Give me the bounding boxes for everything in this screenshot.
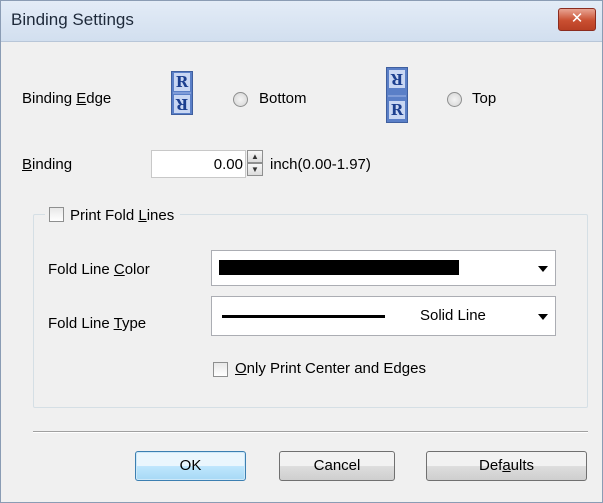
- print-fold-lines-checkbox[interactable]: [49, 207, 64, 222]
- bottom-label[interactable]: Bottom: [259, 90, 307, 107]
- fold-line-type-label: Fold Line Type: [48, 315, 147, 332]
- chevron-down-icon: [538, 314, 548, 320]
- spin-up-icon[interactable]: ▲: [247, 150, 263, 163]
- cancel-button[interactable]: Cancel: [279, 451, 395, 481]
- binding-range-label: inch(0.00-1.97): [270, 156, 371, 173]
- defaults-button[interactable]: Defaults: [426, 451, 587, 481]
- fold-line-type-value: Solid Line: [420, 307, 486, 324]
- window-title: Binding Settings: [11, 10, 134, 29]
- print-fold-lines-label[interactable]: Print Fold Lines: [70, 207, 174, 224]
- separator: [33, 431, 588, 433]
- bottom-radio[interactable]: [233, 92, 248, 107]
- close-icon: ✕: [570, 10, 584, 27]
- ok-button[interactable]: OK: [135, 451, 246, 481]
- binding-settings-dialog: Binding Settings ✕ Binding Edge R R Bott…: [0, 0, 603, 503]
- only-center-edges-checkbox[interactable]: [213, 362, 228, 377]
- close-button[interactable]: ✕: [558, 8, 596, 31]
- chevron-down-icon: [538, 266, 548, 272]
- title-bar[interactable]: Binding Settings ✕: [1, 1, 602, 42]
- fold-line-type-dropdown[interactable]: Solid Line: [211, 296, 556, 336]
- binding-edge-label: Binding Edge: [22, 90, 112, 107]
- line-sample: [222, 315, 385, 318]
- spin-down-icon[interactable]: ▼: [247, 163, 263, 176]
- top-label[interactable]: Top: [472, 90, 496, 107]
- binding-value-input[interactable]: 0.00: [151, 150, 246, 178]
- binding-top-icon: R R: [386, 67, 408, 123]
- fold-line-color-label: Fold Line Color: [48, 261, 150, 278]
- top-radio[interactable]: [447, 92, 462, 107]
- binding-spinner[interactable]: ▲ ▼: [247, 150, 263, 178]
- only-center-edges-label[interactable]: Only Print Center and Edges: [235, 360, 426, 377]
- fold-lines-group-header: Print Fold Lines: [45, 207, 181, 227]
- fold-line-color-dropdown[interactable]: [211, 250, 556, 286]
- binding-bottom-icon: R R: [171, 71, 193, 115]
- binding-label: Binding: [22, 156, 73, 173]
- color-swatch: [219, 260, 459, 275]
